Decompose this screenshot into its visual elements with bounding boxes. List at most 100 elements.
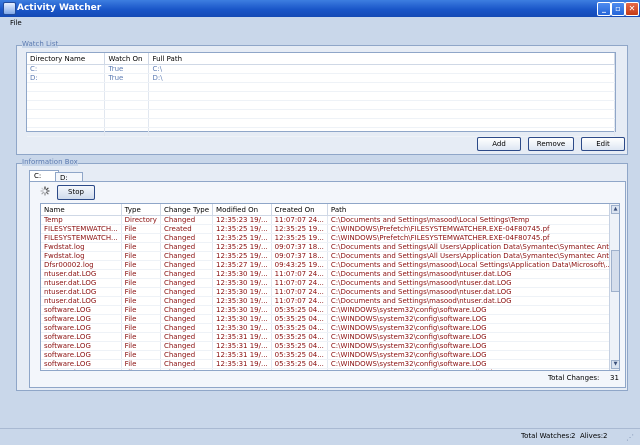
table-row[interactable]: ntuser.dat.LOG File Changed 12:35:30 19/...… [41, 287, 619, 297]
table-row[interactable]: Fwdstat.log File Changed 12:35:25 19/... 09:… [41, 242, 619, 252]
cell: ntuser.dat.LOG [41, 269, 122, 279]
cell: True [104, 64, 150, 74]
cell: FILESYSTEMWATCH... [41, 233, 122, 243]
cell: File [121, 368, 161, 370]
app-icon [3, 2, 16, 15]
cell: Temp [41, 215, 122, 225]
cell: 12:35:30 19/... [212, 323, 272, 333]
scroll-up-arrow-icon[interactable]: ▲ [611, 205, 619, 214]
cell: Changed [160, 278, 214, 288]
scroll-down-arrow-icon[interactable]: ▼ [611, 360, 619, 369]
table-row[interactable]: ntuser.dat.LOG File Changed 12:35:30 19/...… [41, 296, 619, 306]
cell: File [121, 350, 161, 360]
minimize-button[interactable]: _ [597, 2, 611, 16]
resize-grip-icon[interactable]: ⋰ [626, 433, 634, 442]
column-header[interactable]: Created On [271, 204, 328, 216]
table-row [27, 109, 615, 119]
cell: C:\Documents and Settings\masood\Local S… [327, 215, 619, 225]
cell: software.LOG [41, 314, 122, 324]
column-header[interactable]: Name [41, 204, 122, 216]
cell: File [121, 260, 161, 270]
table-row[interactable]: software.LOG File Changed 12:35:31 19/... 05… [41, 341, 619, 351]
cell: Changed [160, 215, 214, 225]
add-button[interactable]: Add [477, 137, 521, 151]
column-header[interactable]: Type [121, 204, 161, 216]
cell: 12:35:30 19/... [212, 278, 272, 288]
watch-list-header: Directory Name Watch On Full Path [27, 53, 615, 65]
table-row[interactable]: Dfsr00002.log File Changed 12:35:27 19/... 0… [41, 260, 619, 270]
cell: software.LOG [41, 341, 122, 351]
cell: True [104, 73, 150, 83]
cell: software.LOG [41, 323, 122, 333]
table-row[interactable]: FILESYSTEMWATCH... File Created 12:35:25 19… [41, 224, 619, 234]
cell: File [121, 242, 161, 252]
table-row [27, 100, 615, 110]
edit-button[interactable]: Edit [581, 137, 625, 151]
cell: File [121, 224, 161, 234]
menu-file[interactable]: File [10, 19, 22, 27]
cell: 11:07:07 24... [271, 215, 328, 225]
cell: 12:35:30 19/... [212, 305, 272, 315]
cell: C:\WINDOWS\Prefetch\FILESYSTEMWATCHER.EX… [327, 233, 619, 243]
cell: Changed [160, 332, 214, 342]
cell: 05:35:25 04... [271, 341, 328, 351]
cell: 12:35:27 19/... [212, 260, 272, 270]
cell: C:\WINDOWS\system32\config\software.LOG [327, 359, 619, 369]
cell: 05:35:25 04... [271, 350, 328, 360]
menu-bar: File [0, 17, 640, 30]
table-row[interactable]: D: True D:\ [27, 73, 615, 83]
cell: C:\Documents and Settings\masood\ntuser.… [327, 287, 619, 297]
table-row[interactable]: software.LOG File Changed 12:35:30 19/... 05… [41, 305, 619, 315]
table-row[interactable]: software.LOG File Changed 12:35:31 19/... 05… [41, 350, 619, 360]
cell: C:\ [148, 64, 615, 74]
cell: Changed [160, 251, 214, 261]
table-row[interactable]: ntuser.dat.LOG File Changed 12:35:30 19/...… [41, 278, 619, 288]
total-watches-label: Total Watches: [521, 432, 572, 440]
scroll-thumb[interactable] [611, 250, 619, 292]
cell: Fwdstat.log [41, 251, 122, 261]
column-header[interactable]: Watch On [104, 53, 150, 65]
table-row[interactable]: FILESYSTEMWATCH... File Changed 12:35:25 19… [41, 233, 619, 243]
column-header[interactable]: Modified On [212, 204, 272, 216]
column-header[interactable]: Full Path [148, 53, 615, 65]
column-header[interactable]: Change Type [160, 204, 214, 216]
close-button[interactable]: ✕ [625, 2, 639, 16]
information-table: Name Type Change Type Modified On Create… [41, 204, 619, 370]
stop-button[interactable]: Stop [57, 185, 95, 200]
table-row[interactable]: Temp Directory Changed 12:35:23 19/... 11:07… [41, 215, 619, 225]
cell: File [121, 251, 161, 261]
cell: File [121, 296, 161, 306]
cell: File [121, 233, 161, 243]
cell: Fwdstat.log [41, 242, 122, 252]
cell: Created [160, 224, 214, 234]
cell: 05:35:25 04... [271, 323, 328, 333]
table-row[interactable]: software.LOG File Changed 12:35:31 19/... 05… [41, 359, 619, 369]
cell: 12:35:25 19/... [212, 242, 272, 252]
watch-list-table: Directory Name Watch On Full Path C: Tru… [27, 53, 615, 137]
cell: software.LOG [41, 350, 122, 360]
column-header[interactable]: Path [327, 204, 619, 216]
cell: File [121, 278, 161, 288]
cell: Changed [160, 287, 214, 297]
cell: ntuser.dat.LOG [41, 278, 122, 288]
watch-list-grid[interactable]: Directory Name Watch On Full Path C: Tru… [26, 52, 616, 137]
column-header[interactable]: Directory Name [27, 53, 106, 65]
vertical-scrollbar[interactable]: ▲ ▼ [609, 204, 619, 370]
cell: software.LOG [41, 305, 122, 315]
table-row[interactable]: C: True C:\ [27, 64, 615, 74]
cell: C:\WINDOWS\system32\config\software.LOG [327, 305, 619, 315]
table-row[interactable]: software.LOG File Changed 12:35:31 19/... 05… [41, 332, 619, 342]
table-row[interactable]: Fwdstat.logFileChanged12:35:31 19/...09:… [41, 368, 619, 370]
table-row[interactable]: ntuser.dat.LOG File Changed 12:35:30 19/...… [41, 269, 619, 279]
cell: Changed [160, 314, 214, 324]
information-grid[interactable]: Name Type Change Type Modified On Create… [40, 203, 620, 371]
cell: Changed [160, 359, 214, 369]
cell: C:\Documents and Settings\All Users\Appl… [327, 242, 619, 252]
cell: 12:35:31 19/... [212, 368, 272, 370]
table-row[interactable]: Fwdstat.log File Changed 12:35:25 19/... 09:… [41, 251, 619, 261]
remove-button[interactable]: Remove [528, 137, 574, 151]
restore-button[interactable]: ▫ [611, 2, 625, 16]
cell: C:\WINDOWS\system32\config\software.LOG [327, 323, 619, 333]
table-row[interactable]: software.LOG File Changed 12:35:30 19/... 05… [41, 314, 619, 324]
table-row[interactable]: software.LOG File Changed 12:35:30 19/... 05… [41, 323, 619, 333]
